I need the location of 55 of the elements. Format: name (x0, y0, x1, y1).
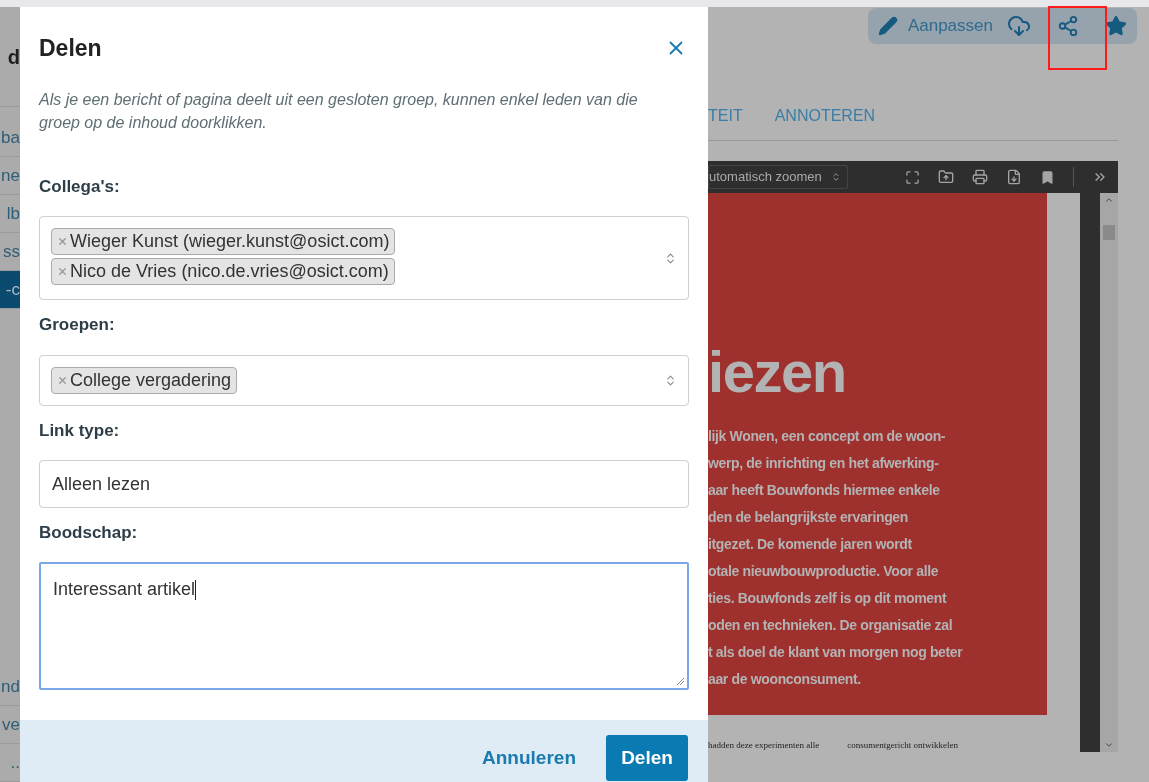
scrollbar[interactable] (1100, 193, 1118, 752)
tag-chip[interactable]: College vergadering (51, 366, 238, 394)
page-title: d (7, 46, 20, 67)
document-text-line: otale nieuwbouwproductie. Voor alle (708, 562, 940, 581)
field-label: Groepen: (39, 314, 116, 336)
remove-icon[interactable] (57, 236, 68, 247)
scroll-thumb[interactable] (1103, 225, 1115, 240)
remove-icon[interactable] (57, 266, 68, 277)
open-file-icon[interactable] (938, 169, 954, 185)
dialog-title: Delen (39, 34, 102, 63)
tag-chip[interactable]: Nico de Vries (nico.de.vries@osict.com) (51, 258, 395, 285)
document-text-line: itgezet. De komende jaren wordt (708, 535, 913, 554)
remove-icon[interactable] (57, 374, 68, 386)
tab[interactable]: ANNOTEREN (774, 108, 876, 124)
dropdown-icon (664, 251, 677, 265)
document-text-line: werp, de inrichting en het afwerking- (708, 454, 940, 473)
document-heading: iezen (708, 343, 847, 401)
download-icon[interactable] (1006, 169, 1022, 185)
highlight-frame (1048, 6, 1107, 70)
share-icon[interactable] (1057, 15, 1079, 37)
document-text-line: t als doel de klant van morgen nog beter (708, 643, 964, 662)
edit-button[interactable]: Aanpassen (877, 13, 993, 39)
field-label: Collega's: (39, 175, 121, 198)
zoom-select[interactable]: utomatisch zoomen (708, 165, 848, 189)
document-text-line: aar heeft Bouwfonds hiermee enkele (708, 481, 941, 500)
document-footer-text: hadden deze experimenten alle (708, 741, 820, 750)
bookmark-icon[interactable] (1040, 169, 1055, 185)
tag-chip[interactable]: Wieger Kunst (wieger.kunst@osict.com) (51, 228, 396, 255)
document-text-line: aar de woonconsument. (708, 670, 862, 689)
field-label: Link type: (39, 419, 121, 442)
document-footer-text: consumentgericht ontwikkelen (847, 741, 958, 750)
info-note: Als je een bericht of pagina deelt uit een gesloten groep, kunnen enkel leden van die groep op de inhoud doorklikken. (39, 89, 639, 133)
cancel-button[interactable]: Annuleren (482, 743, 576, 773)
field-label: Boodschap: (39, 522, 139, 544)
colleagues-select[interactable]: Wieger Kunst (wieger.kunst@osict.com) Nico de Vries (nico.de.vries@osict.com) (39, 216, 689, 300)
groups-select[interactable]: College vergadering (39, 354, 689, 406)
pencil-icon (877, 16, 898, 36)
document-text-line: lijk Wonen, een concept om de woon- (708, 427, 947, 446)
document-text-line: den de belangrijkste ervaringen (708, 508, 909, 527)
star-icon[interactable] (1105, 15, 1127, 37)
cloud-download-icon[interactable] (1007, 14, 1031, 38)
link-type-field[interactable]: Alleen lezen (39, 460, 689, 508)
share-button[interactable]: Delen (606, 735, 688, 781)
print-icon[interactable] (972, 169, 988, 185)
dropdown-icon (664, 373, 677, 387)
document-text-line: oden en technieken. De organisatie zal (708, 616, 954, 635)
message-field[interactable]: Interessant artikel (39, 561, 689, 690)
tab[interactable]: TEIT (708, 108, 743, 124)
scroll-down-icon[interactable] (1104, 740, 1114, 750)
resize-handle-icon[interactable] (676, 676, 685, 686)
scroll-up-icon[interactable] (1104, 195, 1114, 205)
fullscreen-icon[interactable] (905, 169, 920, 185)
document-text-line: ties. Bouwfonds zelf is op dit moment (708, 589, 948, 608)
dropdown-icon (831, 172, 841, 182)
sidebar-item[interactable]: -c (0, 271, 20, 309)
